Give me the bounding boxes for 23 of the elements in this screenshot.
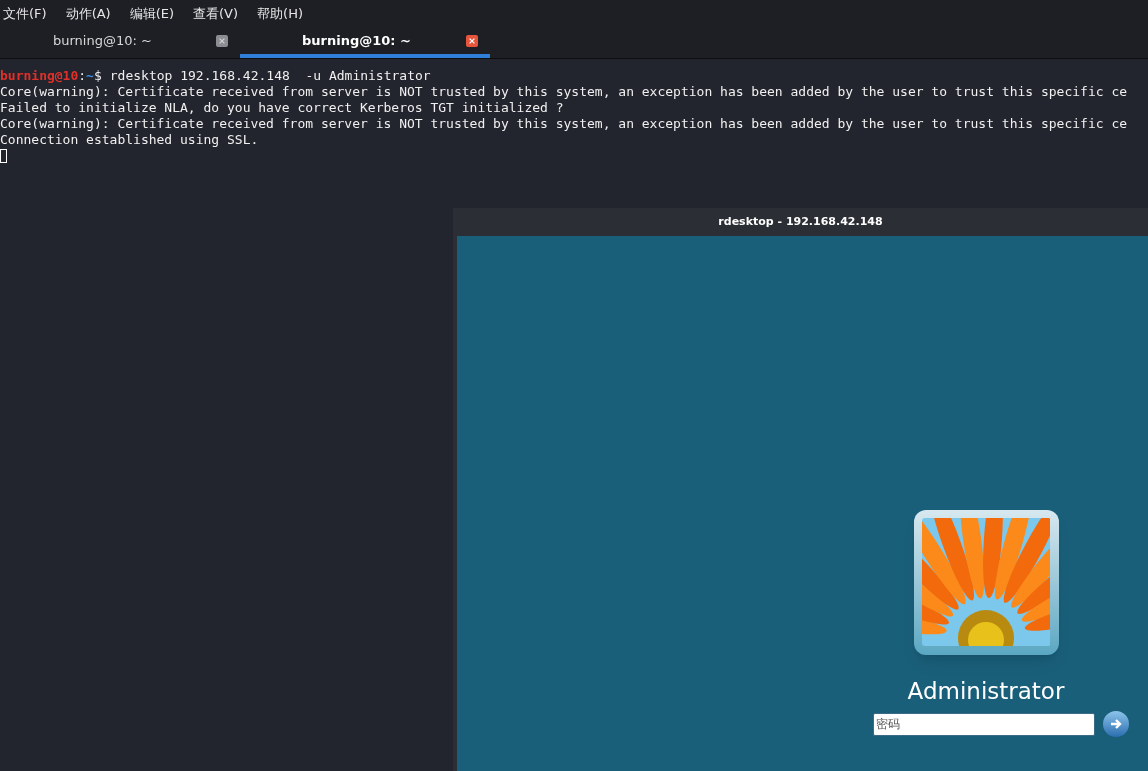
terminal-command: rdesktop 192.168.42.148 -u Administrator xyxy=(109,68,431,84)
terminal-output: Connection established using SSL. xyxy=(0,132,259,148)
window-title: rdesktop - 192.168.42.148 xyxy=(718,213,883,230)
menu-item[interactable]: 查看(V) xyxy=(193,4,239,24)
menu-item[interactable]: 编辑(E) xyxy=(129,4,175,24)
terminal-output: Core(warning): Certificate received from server is NOT trusted by this system, an exception has been added by the user to trust this specific ce xyxy=(0,116,1128,132)
terminal-output: Core(warning): Certificate received from server is NOT trusted by this system, an exception has been added by the user to trust this specific ce xyxy=(0,84,1128,100)
terminal-output: Failed to initialize NLA, do you have correct Kerberos TGT initialized ? xyxy=(0,100,564,116)
password-field[interactable]: 密码 xyxy=(873,712,1095,736)
prompt-path: ~ xyxy=(86,68,94,84)
menu-item[interactable]: 动作(A) xyxy=(65,4,111,24)
terminal-cursor xyxy=(0,149,7,163)
menu-item[interactable]: 文件(F) xyxy=(3,4,47,24)
close-icon[interactable] xyxy=(466,35,478,47)
prompt-user: burning@10 xyxy=(0,68,79,84)
prompt-separator: : xyxy=(78,68,87,84)
prompt-symbol: $ xyxy=(93,68,102,84)
terminal-tab[interactable]: burning@10: ~ xyxy=(240,28,490,58)
menu-item[interactable]: 帮助(H) xyxy=(257,4,303,24)
submit-button[interactable] xyxy=(1103,711,1129,737)
user-name: Administrator xyxy=(907,677,1065,705)
close-icon[interactable] xyxy=(216,35,228,47)
terminal-tab[interactable]: burning@10: ~ xyxy=(0,28,240,58)
